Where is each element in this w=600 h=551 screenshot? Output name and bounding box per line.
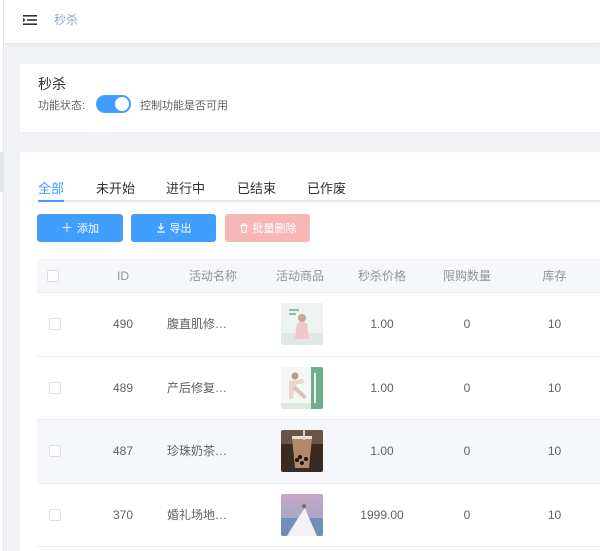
active-tab-indicator (38, 200, 64, 202)
cell-stock: 10 (547, 444, 562, 458)
list-card: 全部 未开始 进行中 已结束 已作废 ＋ 添加 导出 批量删除 ID 活动名称 活… (20, 152, 600, 551)
breadcrumb[interactable]: 秒杀 (54, 12, 78, 28)
status-hint: 控制功能是否可用 (140, 100, 228, 112)
cell-price: 1.00 (370, 444, 394, 458)
status-tabs: 全部 未开始 进行中 已结束 已作废 (38, 170, 600, 202)
cell-stock: 10 (547, 507, 562, 522)
select-all-checkbox[interactable] (47, 270, 59, 282)
header-product: 活动商品 (275, 269, 324, 283)
cell-limit: 0 (463, 507, 471, 522)
product-image (281, 303, 323, 345)
plus-icon: ＋ (60, 221, 73, 235)
cell-price: 1.00 (370, 380, 394, 395)
cell-name: 腹直肌修… (167, 317, 228, 331)
cell-price: 1.00 (370, 317, 394, 331)
cell-id: 487 (112, 444, 134, 458)
sidebar-collapsed (0, 0, 4, 551)
seckill-table: ID 活动名称 活动商品 秒杀价格 限购数量 库存 490 腹直肌修… 1.00… (37, 259, 600, 547)
cell-stock: 10 (547, 317, 562, 331)
menu-fold-icon[interactable] (22, 12, 38, 28)
export-button[interactable]: 导出 (131, 214, 216, 242)
product-image (281, 430, 323, 472)
switch-knob (115, 97, 129, 111)
product-image (281, 493, 323, 536)
trash-icon (239, 214, 249, 242)
sidebar-marker (0, 152, 3, 192)
table-row[interactable]: 489 产后修复… 1.00 0 10 (37, 357, 600, 420)
cell-limit: 0 (463, 317, 471, 331)
settings-card: 秒杀 功能状态: 控制功能是否可用 (20, 64, 600, 132)
row-checkbox[interactable] (49, 445, 61, 457)
cell-stock: 10 (547, 380, 562, 395)
cell-id: 370 (112, 507, 134, 522)
table-header: ID 活动名称 活动商品 秒杀价格 限购数量 库存 (37, 259, 600, 293)
table-row[interactable]: 490 腹直肌修… 1.00 0 10 (37, 293, 600, 357)
cell-limit: 0 (463, 380, 471, 395)
cell-price: 1999.00 (360, 507, 404, 522)
status-label: 功能状态: (38, 100, 86, 112)
cell-limit: 0 (463, 444, 471, 458)
table-row[interactable]: 370 婚礼场地… 1999.00 0 10 (37, 484, 600, 547)
cell-name: 婚礼场地… (167, 507, 228, 522)
header-limit: 限购数量 (442, 269, 491, 283)
cell-name: 珍珠奶茶… (167, 444, 228, 458)
header-price: 秒杀价格 (357, 269, 406, 283)
feature-toggle-switch[interactable] (96, 95, 131, 113)
product-image (281, 366, 323, 409)
download-icon (156, 214, 166, 242)
top-header: 秒杀 (4, 0, 600, 44)
tab-not-started[interactable]: 未开始 (96, 178, 135, 197)
batch-delete-label: 批量删除 (252, 223, 297, 235)
cell-id: 490 (112, 317, 134, 331)
row-checkbox[interactable] (49, 381, 61, 394)
tab-in-progress[interactable]: 进行中 (166, 178, 205, 197)
tab-voided[interactable]: 已作废 (307, 178, 346, 197)
tab-ended[interactable]: 已结束 (237, 178, 276, 197)
settings-title: 秒杀 (38, 76, 66, 92)
tab-all[interactable]: 全部 (38, 178, 64, 197)
header-id: ID (117, 269, 129, 283)
header-name: 活动名称 (188, 269, 237, 283)
add-button-label: 添加 (77, 223, 99, 235)
row-checkbox[interactable] (49, 318, 61, 330)
cell-name: 产后修复… (167, 380, 228, 395)
add-button[interactable]: ＋ 添加 (37, 214, 123, 242)
row-checkbox[interactable] (49, 508, 61, 521)
table-row[interactable]: 487 珍珠奶茶… 1.00 0 10 (37, 420, 600, 484)
header-stock: 库存 (542, 269, 567, 283)
cell-id: 489 (112, 380, 134, 395)
batch-delete-button[interactable]: 批量删除 (225, 214, 310, 242)
export-button-label: 导出 (169, 223, 192, 235)
